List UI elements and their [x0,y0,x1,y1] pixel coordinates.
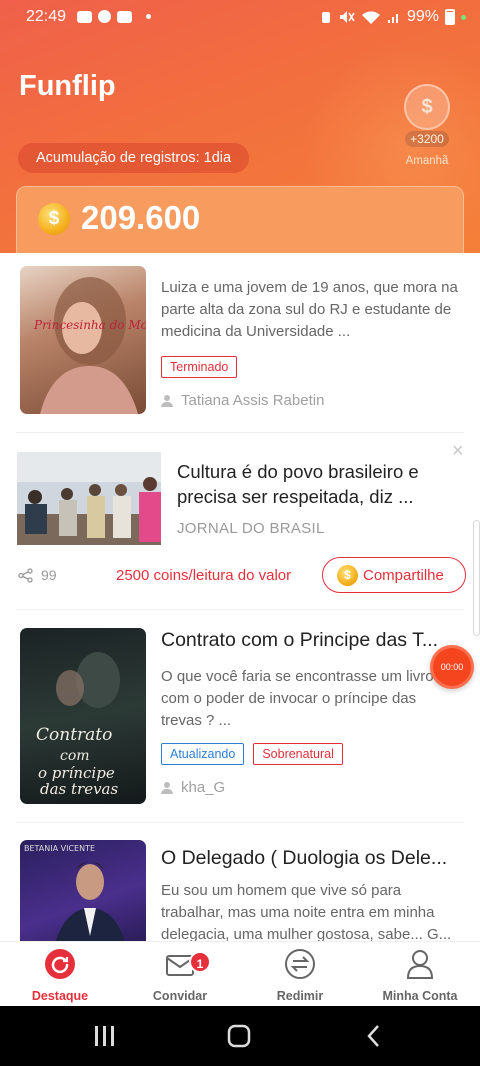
share-button-label: Compartilhe [363,566,444,584]
system-nav-bar [0,1006,480,1066]
close-ad-icon[interactable]: × [452,441,468,461]
back-icon[interactable] [367,1025,379,1047]
book-tags: Terminado [161,356,238,378]
app-title: Funflip [19,70,116,102]
whatsapp-icon [98,10,111,23]
feed[interactable]: Princesinha do Morro Luiza e uma jovem d… [0,253,480,941]
book-cover[interactable]: BETANIA VICENTE [20,840,146,941]
status-tag: Terminado [161,356,238,378]
cover-illustration: BETANIA VICENTE [24,844,125,941]
app-screen: 22:49 99% Funflip Acumulação de registro… [0,0,480,1066]
author-name: kha_G [181,779,226,796]
cover-author: BETANIA VICENTE [24,844,95,853]
book-card[interactable]: BETANIA VICENTE O Delegado ( Duologia os… [0,823,480,941]
signal-icon [387,14,398,23]
genre-tag: Sobrenatural [253,743,343,765]
nav-label: Destaque [31,989,89,1003]
share-button[interactable]: $ Compartilhe [322,557,466,593]
status-tag: Atualizando [161,743,245,765]
svg-text:com: com [60,748,90,764]
check-in-streak[interactable]: Acumulação de registros: 1dia [18,143,250,173]
news-source: JORNAL DO BRASIL [177,520,325,537]
youtube-icon [117,10,132,23]
battery-percent: 99% [406,8,439,25]
recent-apps-icon[interactable] [95,1026,114,1046]
scroll-handle[interactable] [473,520,480,636]
redeem-icon [284,948,316,980]
book-card[interactable]: Contrato com o príncipe das trevas Contr… [0,610,480,820]
book-description: O que você faria se encontrasse um livro… [161,668,434,729]
status-time: 22:49 [26,8,67,25]
home-button-icon[interactable] [227,1024,251,1048]
book-author: Tatiana Assis Rabetin [161,392,324,409]
book-description: Luiza e uma jovem de 19 anos, que mora n… [161,279,458,340]
invite-badge: 1 [189,951,211,973]
reward-text: 2500 coins/leitura do valor [116,567,292,584]
status-bar: 22:49 99% [0,0,480,34]
bonus-label: Amanhã [405,155,449,167]
bonus-amount: +3200 [405,131,449,147]
book-author: kha_G [161,779,225,796]
book-cover[interactable]: Princesinha do Morro [20,266,146,414]
book-cover[interactable]: Contrato com o príncipe das trevas [20,628,146,804]
cover-illustration: Contrato com o príncipe das trevas [36,652,120,798]
news-image[interactable] [17,452,161,545]
cover-illustration: Princesinha do Morro [33,277,146,414]
author-icon [161,394,173,407]
notification-icons [77,10,151,23]
nav-label: Minha Conta [382,989,458,1003]
share-count: 99 [18,567,57,583]
book-description: Eu sou um homem que vive só para trabalh… [161,882,452,941]
author-icon [161,781,173,794]
author-name: Tatiana Assis Rabetin [181,392,325,409]
svg-text:Contrato: Contrato [36,725,112,745]
reading-timer[interactable]: 00:00 [430,645,474,689]
bottom-nav: Destaque Convidar Redimir Minha Conta [0,941,480,1006]
svg-text:das trevas: das trevas [40,780,119,798]
coin-icon: $ [38,203,70,235]
home-icon [44,948,76,980]
book-tags: Atualizando Sobrenatural [161,743,343,765]
book-title[interactable]: O Delegado ( Duologia os Dele... [161,847,461,870]
nav-redimir[interactable]: Redimir [240,942,360,1006]
battery-icon [445,9,455,25]
video-call-icon [77,10,92,23]
nav-destaque[interactable]: Destaque [0,942,120,1006]
divider [16,432,464,433]
alarm-icon [321,12,330,23]
tomorrow-bonus[interactable]: $ +3200 Amanhã [396,84,458,167]
coin-icon: $ [337,564,358,586]
coin-balance: 209.600 [81,199,201,236]
news-photo [17,452,161,545]
share-icon [18,567,33,583]
nav-label: Redimir [276,989,324,1003]
book-card[interactable]: Princesinha do Morro Luiza e uma jovem d… [0,253,480,433]
nav-minha-conta[interactable]: Minha Conta [360,942,480,1006]
charging-dot-icon [461,14,466,20]
share-count-value: 99 [41,567,57,583]
account-icon [404,948,436,980]
nav-convidar[interactable]: Convidar [120,942,240,1006]
coin-icon: $ [404,84,450,130]
mute-icon [339,11,355,23]
wifi-icon [361,10,380,24]
book-title[interactable]: Contrato com o Principe das T... [161,629,461,652]
cover-title: Princesinha do Morro [33,318,146,332]
news-title[interactable]: Cultura é do povo brasileiro e precisa s… [177,459,449,509]
nav-label: Convidar [152,989,208,1003]
system-status: 99% [319,8,466,26]
more-notifications-icon [146,14,151,19]
